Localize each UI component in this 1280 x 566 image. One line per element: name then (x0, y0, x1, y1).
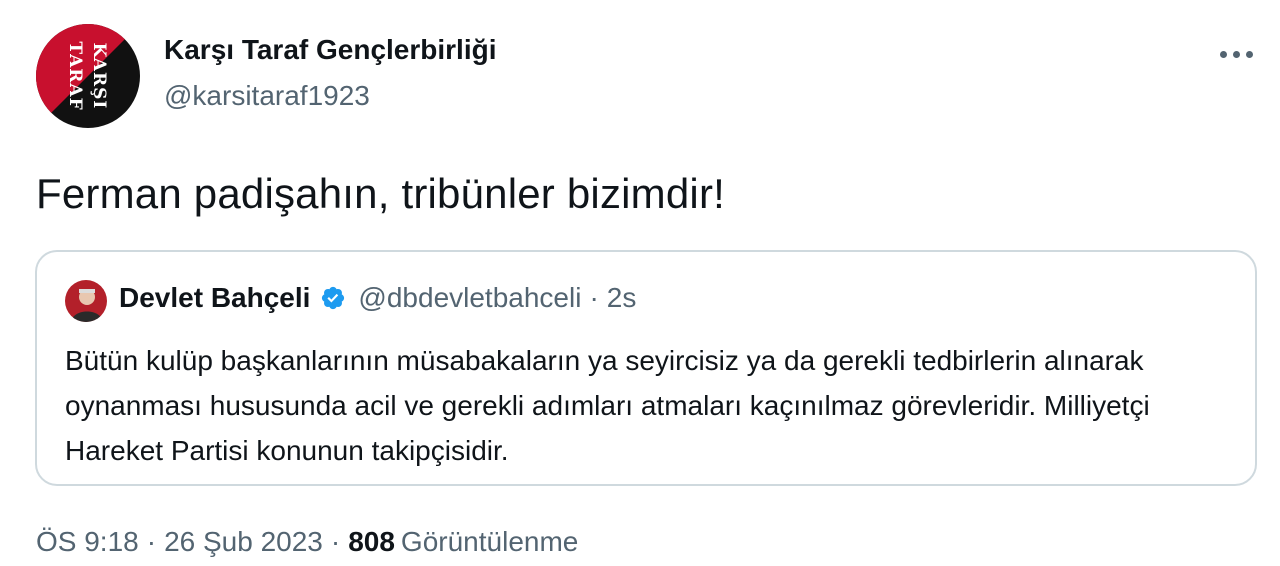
views-count: 808 (348, 526, 395, 557)
quoted-author-name[interactable]: Devlet Bahçeli (119, 282, 310, 314)
more-dot (1232, 50, 1240, 58)
tweet-date[interactable]: 26 Şub 2023 (164, 526, 323, 558)
author-handle[interactable]: @karsitaraf1923 (164, 80, 370, 112)
more-dot (1219, 50, 1227, 58)
author-avatar[interactable]: KARŞI TARAF (36, 24, 140, 128)
more-dot (1245, 50, 1253, 58)
quoted-avatar-image (65, 280, 107, 322)
tweet-time[interactable]: ÖS 9:18 (36, 526, 139, 558)
more-options-icon[interactable] (1212, 36, 1260, 72)
verified-badge-icon (320, 285, 346, 311)
meta-separator: · (330, 526, 341, 557)
quoted-tweet-text: Bütün kulüp başkanlarının müsabakaların … (65, 345, 1150, 466)
author-avatar-logo: KARŞI TARAF (36, 24, 140, 128)
quoted-tweet-card[interactable]: Devlet Bahçeli @dbdevletbahceli · 2s Büt… (35, 250, 1257, 486)
quoted-header: Devlet Bahçeli @dbdevletbahceli · 2s (119, 282, 636, 314)
meta-separator: · (146, 526, 157, 557)
views-label[interactable]: Görüntülenme (401, 526, 578, 558)
avatar-text-line-2: TARAF (65, 41, 85, 110)
quoted-author-avatar[interactable] (65, 280, 107, 322)
quoted-separator: · (589, 282, 599, 313)
author-name[interactable]: Karşı Taraf Gençlerbirliği (164, 34, 497, 66)
tweet-meta: ÖS 9:18 · 26 Şub 2023 · 808 Görüntülenme (36, 526, 578, 558)
quoted-timestamp[interactable]: 2s (607, 282, 637, 314)
avatar-text-line-1: KARŞI (89, 43, 109, 110)
tweet-text: Ferman padişahın, tribünler bizimdir! (36, 170, 726, 217)
quoted-author-handle[interactable]: @dbdevletbahceli (358, 282, 581, 314)
